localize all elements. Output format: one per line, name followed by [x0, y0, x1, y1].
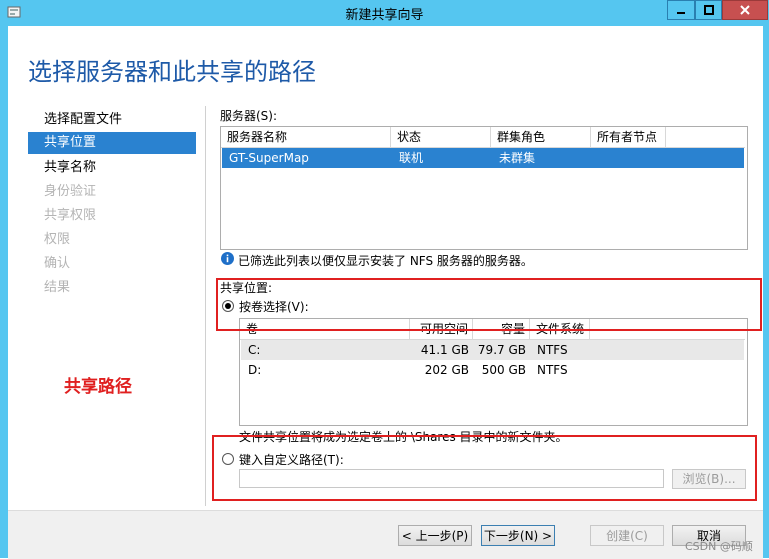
annotation-box-share-location	[216, 278, 762, 331]
maximize-icon	[703, 5, 714, 15]
window-frame-left	[0, 26, 8, 558]
create-button[interactable]: 创建(C)	[590, 525, 664, 546]
volume-row[interactable]: C: 41.1 GB 79.7 GB NTFS	[241, 340, 744, 360]
nav-item-authentication: 身份验证	[44, 184, 97, 199]
nav-item-confirmation: 确认	[44, 256, 71, 271]
page-title: 选择服务器和此共享的路径	[28, 58, 316, 86]
volume-row[interactable]: D: 202 GB 500 GB NTFS	[241, 360, 744, 380]
column-header-server-name[interactable]: 服务器名称	[221, 127, 391, 147]
column-header-cluster-role[interactable]: 群集角色	[491, 127, 591, 147]
close-icon	[740, 5, 750, 15]
server-cluster-role: 未群集	[499, 151, 536, 165]
nav-item-share-location[interactable]: 共享位置	[44, 133, 96, 153]
window-frame-right	[763, 26, 769, 558]
nav-item-results: 结果	[44, 280, 71, 295]
nav-item-share-permissions: 共享权限	[44, 208, 97, 223]
nav-item-permissions: 权限	[44, 232, 71, 247]
servers-list[interactable]: 服务器名称 状态 群集角色 所有者节点 GT-SuperMap 联机 未群集	[220, 126, 748, 250]
servers-info-text: 已筛选此列表以便仅显示安装了 NFS 服务器的服务器。	[238, 254, 533, 268]
next-button[interactable]: 下一步(N) >	[481, 525, 555, 546]
volume-filesystem: NTFS	[537, 343, 568, 357]
nav-divider	[205, 106, 206, 506]
maximize-button[interactable]	[695, 0, 722, 20]
info-icon	[221, 252, 234, 265]
close-button[interactable]	[722, 0, 768, 20]
volume-capacity: 79.7 GB	[477, 343, 526, 357]
watermark: CSDN @码顺	[685, 540, 753, 553]
volume-capacity: 500 GB	[481, 363, 526, 377]
column-header-status[interactable]: 状态	[391, 127, 491, 147]
volume-filesystem: NTFS	[537, 363, 568, 377]
annotation-text: 共享路径	[64, 377, 132, 397]
servers-label: 服务器(S):	[220, 109, 278, 123]
column-header-owner-node[interactable]: 所有者节点	[591, 127, 666, 147]
server-row[interactable]: GT-SuperMap 联机 未群集	[222, 148, 744, 168]
minimize-icon	[677, 12, 685, 14]
nav-item-select-profile[interactable]: 选择配置文件	[44, 110, 122, 130]
volumes-list[interactable]: 卷 可用空间 容量 文件系统 C: 41.1 GB 79.7 GB NTFS D…	[239, 318, 748, 426]
minimize-button[interactable]	[667, 0, 695, 20]
server-name: GT-SuperMap	[229, 151, 309, 165]
nav-item-share-name[interactable]: 共享名称	[44, 158, 96, 178]
annotation-box-custom-path	[212, 435, 757, 501]
previous-button[interactable]: < 上一步(P)	[398, 525, 472, 546]
volume-name: C:	[248, 343, 261, 357]
volume-name: D:	[248, 363, 262, 377]
server-status: 联机	[399, 151, 424, 165]
volume-free-space: 202 GB	[424, 363, 469, 377]
window-title: 新建共享向导	[345, 8, 424, 23]
volume-free-space: 41.1 GB	[420, 343, 469, 357]
